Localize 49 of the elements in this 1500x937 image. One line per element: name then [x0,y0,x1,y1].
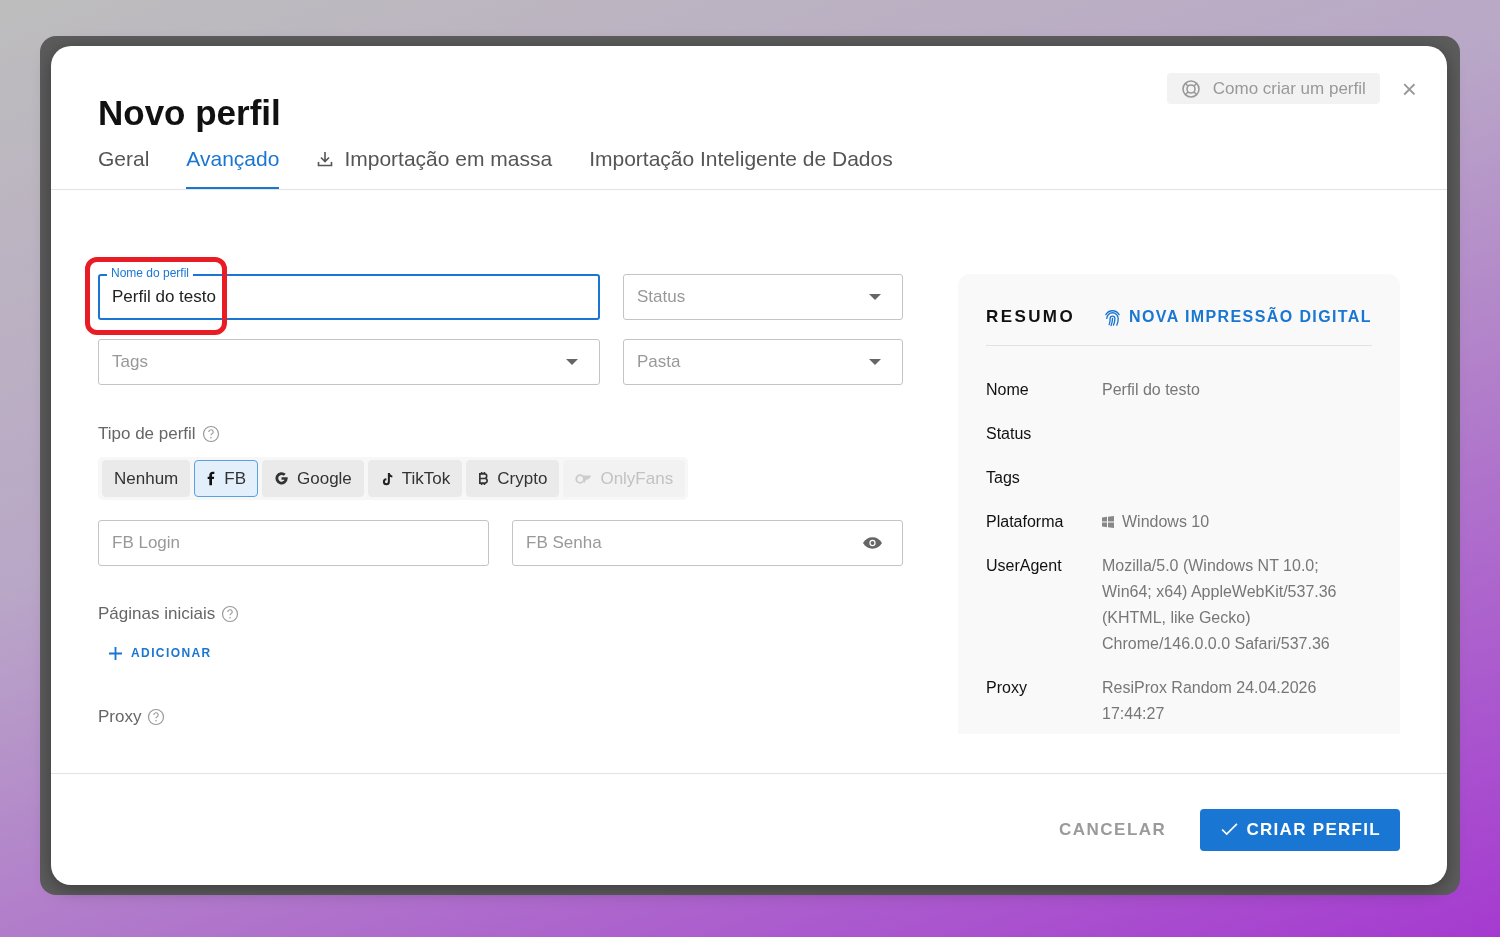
tab[interactable]: Avançado [186,143,280,189]
profile-type-button[interactable]: FB [194,460,258,497]
summary-title: RESUMO [986,307,1076,327]
tab[interactable]: Importação Inteligente de Dados [589,143,893,189]
profile-type-button[interactable]: TikTok [367,460,463,497]
f-logo-icon [206,471,217,486]
lock-logo-icon [575,472,593,485]
summary-label: Status [986,424,1033,444]
section-label: Tipo de perfil [98,424,196,444]
caret-icon [566,359,578,365]
profile-type-button[interactable]: Google [262,460,364,497]
add-button[interactable]: ADICIONAR [109,642,212,664]
fingerprint-icon [1103,307,1123,327]
caret-icon [869,359,881,365]
help-icon [201,425,220,443]
create-profile-button[interactable]: CRIAR PERFIL [1200,808,1400,851]
summary-value: Mozilla/5.0 (Windows NT 10.0; Win64; x64) AppleWebKit/537.36 (KHTML, like Gecko) Chrome/146.0.0.0 Safari/537.36 [1102,556,1338,654]
field-label: Nome do perfil [107,266,194,280]
password-field[interactable]: FB Senha [512,520,903,566]
summary-label: Tags [986,468,1021,488]
status-select[interactable]: Status [623,274,903,320]
eye-icon[interactable] [862,536,883,550]
folder-select[interactable]: Pasta [623,339,903,385]
summary-value: ResiProx Random 24.04.2026 17:44:27 [1102,678,1318,724]
dialog-title: Novo perfil [98,93,281,133]
section-label: Proxy [98,707,142,727]
summary-value: Windows 10 [1122,512,1210,532]
fingerprint-button[interactable]: NOVA IMPRESSÃO DIGITAL [1103,307,1372,327]
summary-label: Proxy [986,678,1028,698]
summary-label: UserAgent [986,556,1063,576]
g-logo-icon [274,471,289,486]
profile-type-button[interactable]: Nenhum [102,460,191,497]
plus-icon [109,646,122,660]
caret-icon [869,294,881,300]
section-label: Páginas iniciais [98,604,216,624]
check-icon [1221,823,1239,836]
summary-label: Plataforma [986,512,1065,532]
help-icon [147,708,166,726]
help-icon [221,605,240,623]
login-field[interactable]: FB Login [98,520,489,566]
summary-label: Nome [986,380,1030,400]
tab[interactable]: Geral [98,143,150,189]
tab[interactable]: Importação em massa [316,143,553,189]
tags-select[interactable]: Tags [98,339,600,385]
summary-value: Perfil do testo [1102,380,1200,400]
profile-type-button[interactable]: Crypto [466,460,560,497]
lifebuoy-icon [1180,78,1201,99]
download-icon [316,150,335,168]
bitcoin-icon [478,471,490,486]
